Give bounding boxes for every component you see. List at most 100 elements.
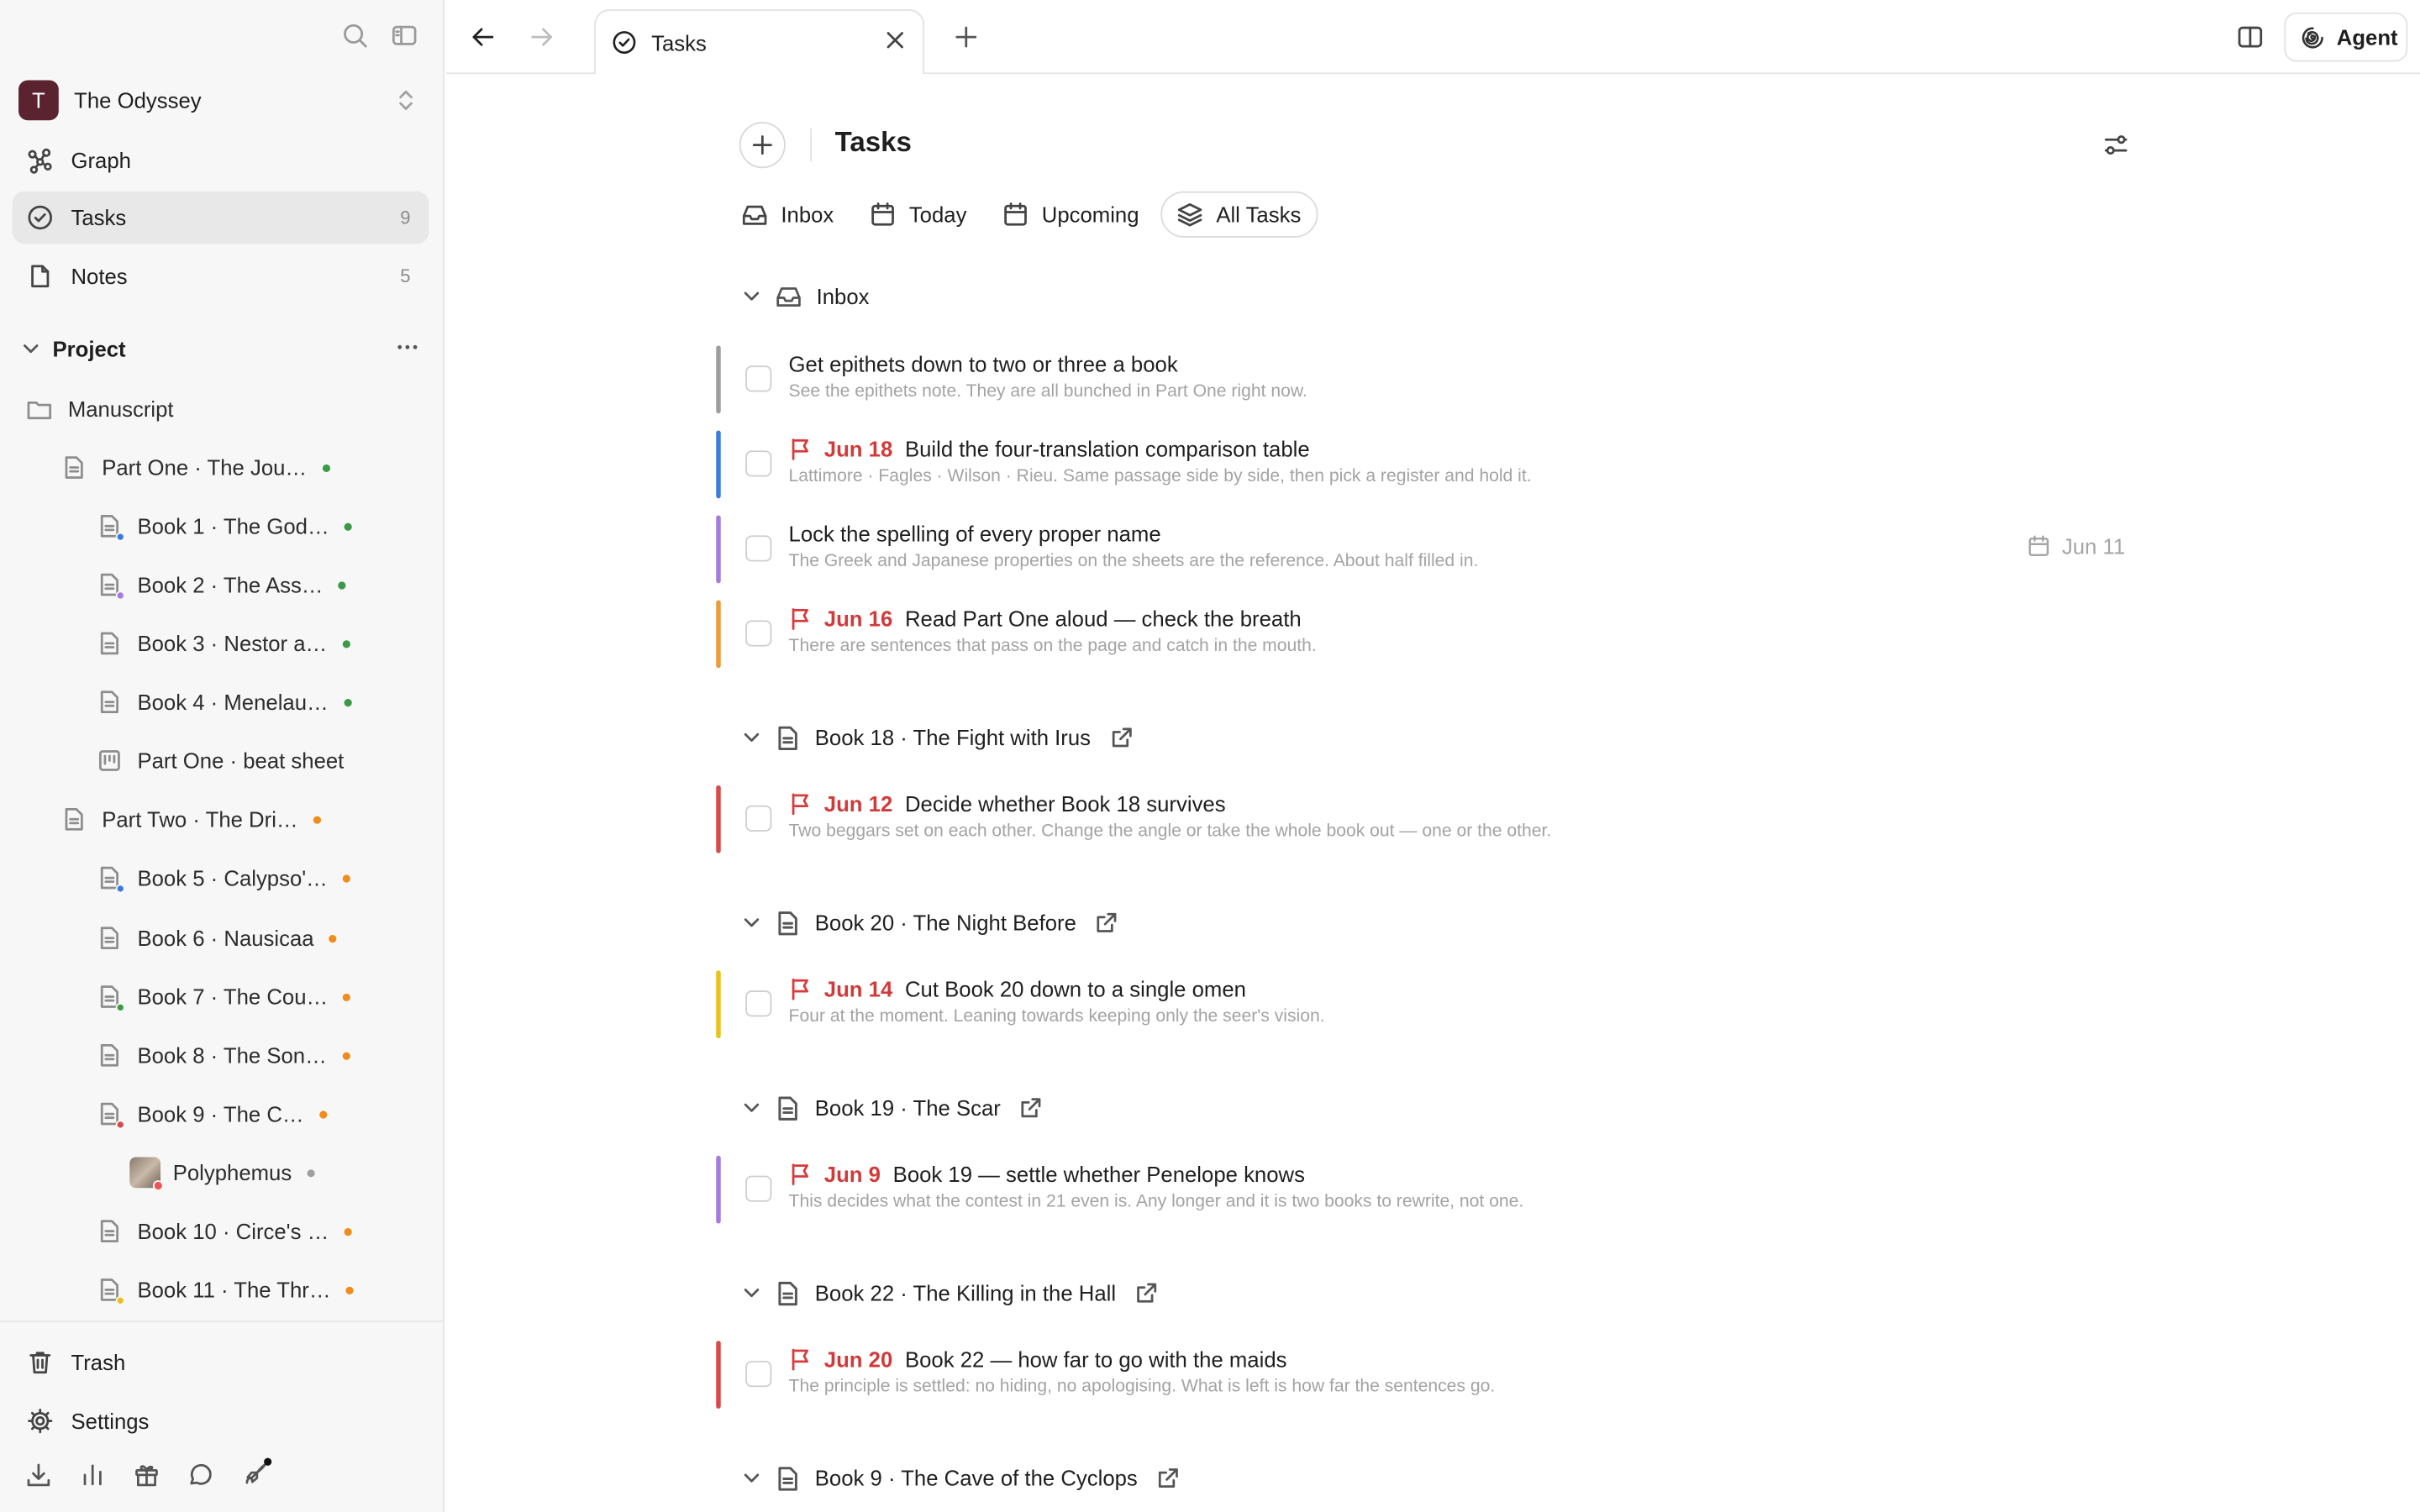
task-title: Get epithets down to two or three a book [788,351,1178,377]
tree-item-part-two[interactable]: Part Two · The Dri… [61,801,322,837]
document-icon [97,514,125,542]
view-tab-upcoming[interactable]: Upcoming [1002,192,1139,238]
task-row[interactable]: Jun 14 Cut Book 20 down to a single omen… [716,970,2136,1039]
search-icon[interactable] [341,22,369,50]
tree-item-label: Book 5 · Calypso'… [137,865,328,890]
group-header-book-19[interactable]: Book 19 · The Scar [741,1092,1044,1123]
tree-item-label: Book 1 · The God… [137,513,329,539]
task-row[interactable]: Lock the spelling of every proper name T… [716,515,2136,584]
priority-bar [716,1341,721,1409]
tree-item-book-6[interactable]: Book 6 · Nausicaa [97,920,338,957]
group-header-inbox[interactable]: Inbox [741,281,870,312]
tree-item-book-1[interactable]: Book 1 · The God… [97,507,353,544]
agent-button[interactable]: Agent [2284,12,2408,62]
group-header-book-18[interactable]: Book 18 · The Fight with Irus [741,722,1134,753]
document-icon [775,1280,801,1306]
sidebar-item-count: 5 [400,265,411,287]
more-horizontal-icon[interactable] [395,335,419,360]
tree-item-label: Manuscript [67,396,174,422]
tree-item-book-9[interactable]: Book 9 · The C… [97,1095,328,1132]
tree-item-part-one[interactable]: Part One · The Jou… [61,449,330,486]
image-thumbnail [129,1157,164,1191]
task-row[interactable]: Jun 18 Build the four-translation compar… [716,430,2136,499]
add-task-button[interactable] [739,122,786,169]
tree-item-label: Book 6 · Nausicaa [137,926,314,951]
tree-item-label: Part One · beat sheet [137,748,345,774]
external-link-icon[interactable] [1109,725,1134,749]
task-scheduled-date[interactable]: Jun 11 [2027,533,2125,559]
group-header-book-9[interactable]: Book 9 · The Cave of the Cyclops [741,1462,1181,1494]
sidebar-item-trash[interactable]: Trash [13,1336,429,1389]
group-header-book-20[interactable]: Book 20 · The Night Before [741,907,1120,938]
tree-item-beat-sheet[interactable]: Part One · beat sheet [97,742,345,779]
tree-item-book-3[interactable]: Book 3 · Nestor a… [97,625,350,662]
top-bar: Tasks Agent [445,0,2420,75]
forward-arrow-icon[interactable] [526,22,557,53]
tree-item-manuscript[interactable]: Manuscript [26,391,174,428]
external-link-icon[interactable] [1019,1095,1044,1120]
view-tab-today[interactable]: Today [869,192,966,238]
tree-item-book-8[interactable]: Book 8 · The Son… [97,1037,350,1074]
tree-item-book-4[interactable]: Book 4 · Menelau… [97,684,352,721]
sliders-icon[interactable] [2102,131,2130,159]
close-icon[interactable] [883,28,908,52]
task-checkbox[interactable] [745,990,772,1017]
tree-item-book-7[interactable]: Book 7 · The Cou… [97,978,351,1015]
sidebar-item-label: Graph [71,148,131,173]
tree-item-book-2[interactable]: Book 2 · The Ass… [97,566,347,603]
sidebar-item-settings[interactable]: Settings [13,1394,429,1446]
task-due-date: Jun 16 [823,606,893,632]
plus-icon[interactable] [952,24,980,51]
task-checkbox[interactable] [745,620,772,647]
document-icon [97,926,122,950]
gift-icon[interactable] [133,1461,160,1488]
project-section-header[interactable]: Project [22,335,426,363]
status-dot [345,1285,355,1294]
document-icon [97,631,122,655]
sidebar-item-graph[interactable]: Graph [13,134,429,186]
external-link-icon[interactable] [1134,1280,1159,1305]
split-view-icon[interactable] [2236,24,2264,51]
status-dot [307,1168,315,1177]
task-row[interactable]: Jun 20 Book 22 — how far to go with the … [716,1341,2136,1409]
sidebar-item-notes[interactable]: Notes 5 [13,250,429,302]
task-checkbox[interactable] [745,1360,772,1388]
chat-icon[interactable] [187,1461,214,1488]
download-icon[interactable] [24,1461,52,1488]
tab-tasks[interactable]: Tasks [594,9,925,75]
task-row[interactable]: Jun 12 Decide whether Book 18 survives T… [716,785,2136,853]
sidebar-item-tasks[interactable]: Tasks 9 [12,191,429,244]
task-checkbox[interactable] [745,1175,772,1202]
spiral-icon [2300,24,2326,50]
task-checkbox[interactable] [745,535,772,562]
calendar-icon [1002,201,1029,228]
task-checkbox[interactable] [745,365,772,392]
task-row[interactable]: Jun 16 Read Part One aloud — check the b… [716,600,2136,669]
tree-item-book-5[interactable]: Book 5 · Calypso'… [97,859,351,896]
task-row[interactable]: Get epithets down to two or three a book… [716,345,2136,414]
task-title: Decide whether Book 18 survives [904,791,1226,816]
sidebar-item-label: Tasks [71,205,127,230]
group-label: Book 19 · The Scar [814,1095,1001,1121]
external-link-icon[interactable] [1156,1466,1181,1490]
tree-item-polyphemus[interactable]: Polyphemus [129,1154,315,1191]
task-row[interactable]: Jun 9 Book 19 — settle whether Penelope … [716,1155,2136,1224]
group-header-book-22[interactable]: Book 22 · The Killing in the Hall [741,1278,1160,1309]
sidebar-toggle-icon[interactable] [391,22,418,50]
view-tab-inbox[interactable]: Inbox [741,192,834,238]
flag-icon [789,606,813,631]
workspace-switcher[interactable]: T The Odyssey [18,80,426,121]
back-arrow-icon[interactable] [468,22,499,53]
calendar-icon [2027,533,2051,558]
external-link-icon[interactable] [1095,911,1119,935]
task-description: The principle is settled: no hiding, no … [788,1378,1496,1397]
tree-item-book-11[interactable]: Book 11 · The Thr… [97,1271,355,1308]
bar-chart-icon[interactable] [79,1461,107,1488]
tree-item-book-10[interactable]: Book 10 · Circe's … [97,1213,352,1250]
rocket-icon[interactable] [241,1457,272,1488]
document-icon [97,1043,122,1068]
task-checkbox[interactable] [745,450,772,477]
view-tab-all-tasks[interactable]: All Tasks [1160,191,1318,238]
task-checkbox[interactable] [745,805,772,832]
group-label: Book 9 · The Cave of the Cyclops [814,1465,1138,1491]
